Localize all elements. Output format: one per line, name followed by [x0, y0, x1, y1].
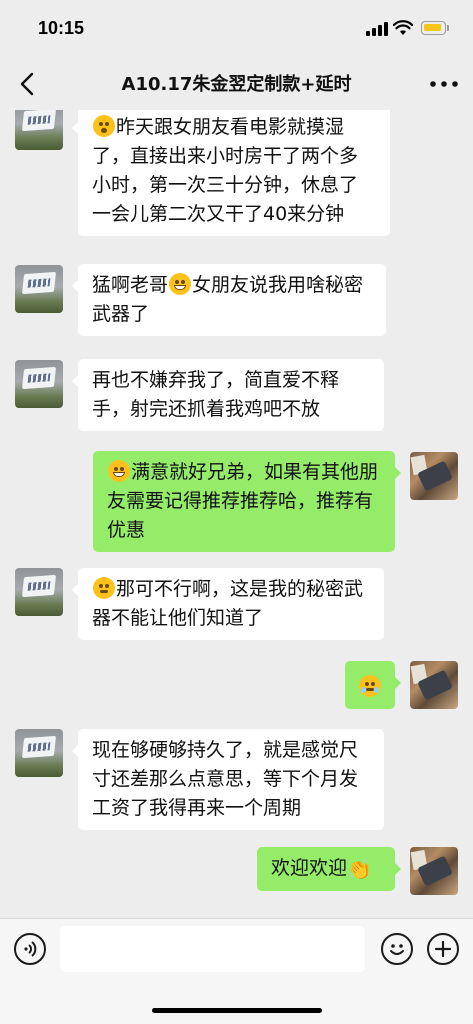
chevron-left-icon[interactable] — [14, 70, 42, 98]
battery-tip — [447, 25, 449, 31]
grinning-face-icon — [169, 273, 192, 295]
avatar[interactable] — [15, 360, 63, 408]
message-text: 猛啊老哥 — [92, 274, 169, 296]
message-text: 再也不嫌弃我了，简直爱不释手，射完还抓着我鸡吧不放 — [92, 369, 340, 420]
nav-bar: A10.17朱金翌定制款+延时 — [0, 58, 473, 110]
message-text: 昨天跟女朋友看电影就摸湿了，直接出来小时房干了两个多小时，第一次三十分钟，休息了… — [92, 116, 359, 225]
chat-messages[interactable]: 昨天跟女朋友看电影就摸湿了，直接出来小时房干了两个多小时，第一次三十分钟，休息了… — [0, 110, 473, 918]
smiley-icon[interactable] — [381, 933, 413, 965]
message-text: 那可不行啊，这是我的秘密武器不能让他们知道了 — [92, 578, 364, 629]
message-bubble-left[interactable]: 再也不嫌弃我了，简直爱不释手，射完还抓着我鸡吧不放 — [72, 359, 384, 431]
grinning-face-icon — [108, 460, 130, 482]
status-bar: 10:15 — [0, 0, 473, 58]
avatar[interactable] — [15, 265, 63, 313]
avatar[interactable] — [410, 452, 458, 500]
message-bubble-right[interactable]: 满意就好兄弟，如果有其他朋友需要记得推荐推荐哈，推荐有优惠 — [93, 451, 401, 552]
battery-icon — [421, 21, 446, 35]
message-text: 满意就好兄弟，如果有其他朋友需要记得推荐推荐哈，推荐有优惠 — [107, 461, 379, 541]
more-dots-icon[interactable] — [428, 72, 460, 96]
wifi-icon — [393, 20, 413, 35]
message-input[interactable] — [60, 926, 365, 972]
status-time: 10:15 — [38, 18, 85, 38]
message-bubble-right[interactable]: 欢迎欢迎👏 — [257, 847, 401, 891]
avatar[interactable] — [15, 729, 63, 777]
clapping-hands-icon: 👏 — [347, 857, 372, 881]
avatar[interactable] — [15, 110, 63, 150]
message-bubble-left[interactable]: 猛啊老哥 女朋友说我用啥秘密武器了 — [72, 264, 386, 336]
home-indicator[interactable] — [152, 1008, 322, 1013]
avatar[interactable] — [410, 847, 458, 895]
voice-icon[interactable] — [14, 933, 46, 965]
message-text: 现在够硬够持久了，就是感觉尺寸还差那么点意思，等下个月发工资了我得再来一个周期 — [92, 739, 359, 819]
plus-icon[interactable] — [427, 933, 459, 965]
message-bubble-left[interactable]: 那可不行啊，这是我的秘密武器不能让他们知道了 — [72, 568, 384, 640]
pleading-face-icon — [359, 675, 381, 697]
chat-title: A10.17朱金翌定制款+延时 — [121, 74, 352, 95]
avatar[interactable] — [410, 661, 458, 709]
message-bubble-left[interactable]: 现在够硬够持久了，就是感觉尺寸还差那么点意思，等下个月发工资了我得再来一个周期 — [72, 729, 384, 830]
message-bubble-right[interactable] — [345, 661, 401, 709]
avatar[interactable] — [15, 568, 63, 616]
message-text: 欢迎欢迎 — [271, 857, 348, 879]
message-bubble-left[interactable]: 昨天跟女朋友看电影就摸湿了，直接出来小时房干了两个多小时，第一次三十分钟，休息了… — [72, 110, 390, 236]
cellular-signal-icon — [366, 22, 388, 36]
sleepy-face-icon — [93, 115, 115, 137]
shushing-face-icon — [93, 577, 115, 599]
